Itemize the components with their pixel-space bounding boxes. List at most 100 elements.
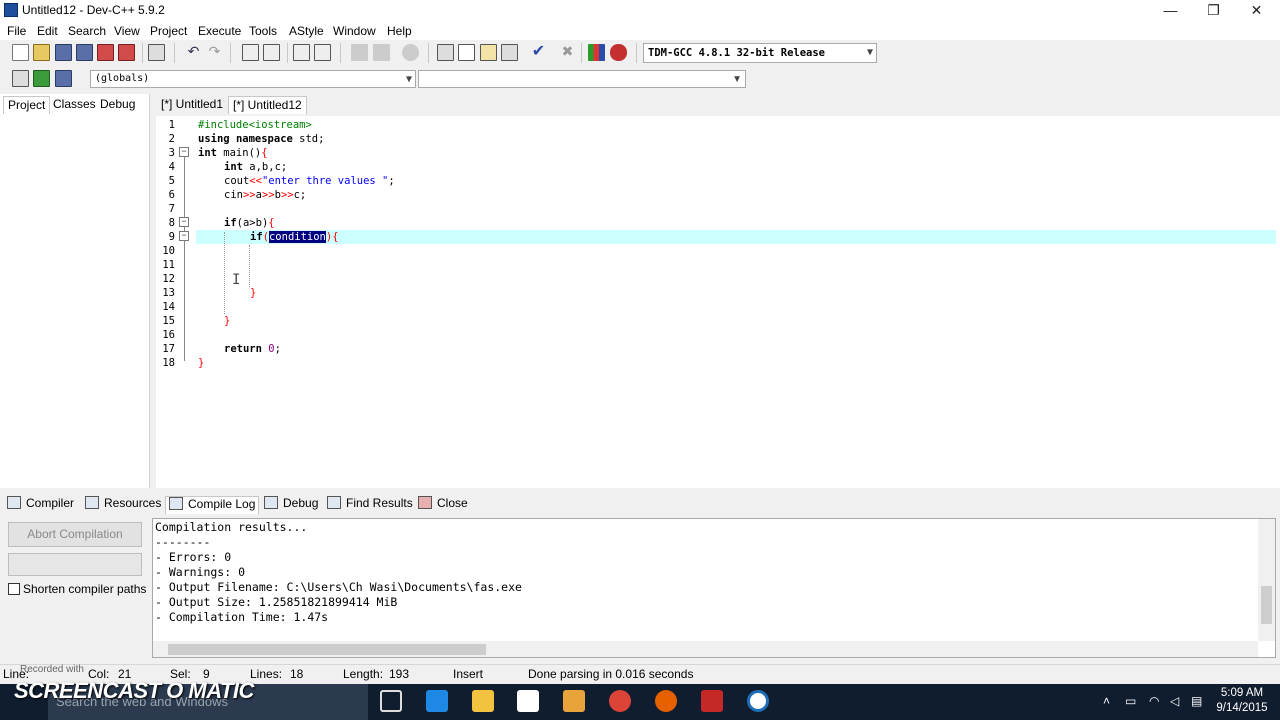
log-horizontal-scroll-thumb[interactable]: [168, 644, 486, 655]
rebuild-icon[interactable]: [501, 44, 518, 61]
open-file-icon[interactable]: [33, 44, 50, 61]
code-line-3: int main(){: [198, 147, 268, 159]
menu-help[interactable]: Help: [387, 24, 412, 38]
volume-icon[interactable]: ◁: [1170, 694, 1179, 708]
battery-icon[interactable]: ▭: [1125, 694, 1136, 708]
status-lines-value: 18: [290, 667, 304, 681]
compile-icon[interactable]: [437, 44, 454, 61]
menu-window[interactable]: Window: [333, 24, 376, 38]
selected-text[interactable]: condition: [268, 231, 326, 243]
save-icon[interactable]: [55, 44, 72, 61]
menu-astyle[interactable]: AStyle: [289, 24, 324, 38]
goto-icon[interactable]: [402, 44, 419, 61]
tab-label: Compile Log: [188, 497, 256, 511]
close-window-button[interactable]: ✕: [1234, 0, 1279, 22]
tab-find-results[interactable]: Find Results: [327, 496, 413, 514]
firefox-icon[interactable]: [655, 690, 677, 712]
restore-button[interactable]: ❐: [1191, 0, 1236, 22]
fold-guide-line: [184, 157, 185, 361]
run-icon[interactable]: [458, 44, 475, 61]
menu-tools[interactable]: Tools: [249, 24, 277, 38]
tab-resources[interactable]: Resources: [85, 496, 161, 514]
screencast-icon[interactable]: [747, 690, 769, 712]
add-to-project-icon[interactable]: [33, 70, 50, 87]
new-project-icon[interactable]: [12, 70, 29, 87]
code-editor[interactable]: [156, 116, 1280, 488]
wifi-icon[interactable]: ◠: [1149, 694, 1159, 708]
tab-debug-output[interactable]: Debug: [264, 496, 318, 514]
profile-icon[interactable]: [588, 44, 605, 61]
file-tab-untitled12[interactable]: [*] Untitled12: [228, 96, 307, 114]
shorten-paths-checkbox[interactable]: Shorten compiler paths: [8, 582, 146, 596]
tab-compiler[interactable]: Compiler: [7, 496, 74, 514]
abort-compilation-button[interactable]: Abort Compilation: [8, 522, 142, 547]
tab-close[interactable]: Close: [418, 496, 468, 514]
menu-file[interactable]: File: [7, 24, 26, 38]
checkbox-label: Shorten compiler paths: [23, 582, 147, 596]
brace: {: [268, 217, 275, 229]
tab-compile-log[interactable]: Compile Log: [165, 496, 260, 514]
new-file-icon[interactable]: [12, 44, 29, 61]
back-icon[interactable]: [351, 44, 368, 61]
close-icon: [418, 496, 432, 509]
undo-icon[interactable]: ↶: [185, 44, 202, 61]
edge-icon[interactable]: [426, 690, 448, 712]
fold-collapse-icon[interactable]: −: [179, 217, 189, 227]
line-number: 6: [168, 189, 175, 201]
menu-view[interactable]: View: [114, 24, 140, 38]
checkbox-box[interactable]: [8, 583, 20, 595]
tab-classes[interactable]: Classes: [49, 96, 100, 114]
project-options-icon[interactable]: [55, 70, 72, 87]
log-vertical-scroll-thumb[interactable]: [1261, 586, 1272, 624]
stop-execution-icon[interactable]: ✖: [559, 44, 576, 61]
menu-project[interactable]: Project: [150, 24, 187, 38]
chrome-icon[interactable]: [609, 690, 631, 712]
screencast-watermark: SCREENCAST O MATIC: [14, 678, 254, 703]
toolbar-separator: [340, 43, 341, 63]
code-line-15: }: [224, 315, 230, 327]
fold-collapse-icon[interactable]: −: [179, 147, 189, 157]
fold-collapse-icon[interactable]: −: [179, 231, 189, 241]
brace: }: [250, 287, 257, 299]
menu-edit[interactable]: Edit: [37, 24, 58, 38]
replace-icon[interactable]: [263, 44, 280, 61]
forward-icon[interactable]: [373, 44, 390, 61]
syntax-check-icon[interactable]: ✔: [530, 44, 547, 61]
clock-time: 5:09 AM: [1220, 687, 1264, 699]
function-select[interactable]: ▼: [418, 70, 746, 88]
tab-project[interactable]: Project: [3, 96, 51, 114]
task-view-icon[interactable]: [380, 690, 402, 712]
media-player-icon[interactable]: [563, 690, 585, 712]
line-number: 5: [168, 175, 175, 187]
minimize-button[interactable]: —: [1148, 0, 1193, 22]
tab-debug[interactable]: Debug: [96, 96, 139, 114]
scope-select[interactable]: (globals) ▼: [90, 70, 416, 88]
toolbar-separator: [142, 43, 143, 63]
line-number: 7: [168, 203, 175, 215]
code-text: std;: [292, 133, 325, 145]
close-file-icon[interactable]: [97, 44, 114, 61]
delete-profile-icon[interactable]: [610, 44, 627, 61]
line-number: 14: [162, 301, 175, 313]
compile-run-icon[interactable]: [480, 44, 497, 61]
menu-execute[interactable]: Execute: [198, 24, 241, 38]
menu-search[interactable]: Search: [68, 24, 106, 38]
find-icon[interactable]: [242, 44, 259, 61]
notifications-icon[interactable]: ▤: [1191, 694, 1202, 708]
save-all-icon[interactable]: [76, 44, 93, 61]
close-all-icon[interactable]: [118, 44, 135, 61]
project-browser-panel: [0, 94, 150, 488]
code-text: (a>b): [236, 217, 269, 229]
compiler-select[interactable]: TDM-GCC 4.8.1 32-bit Release ▼: [643, 43, 877, 63]
taskbar-clock[interactable]: 5:09 AM 9/14/2015: [1212, 686, 1272, 716]
file-explorer-icon[interactable]: [472, 690, 494, 712]
print-icon[interactable]: [148, 44, 165, 61]
tray-chevron-up-icon[interactable]: ˄: [1103, 694, 1110, 708]
unindent-icon[interactable]: [314, 44, 331, 61]
redo-icon[interactable]: ↷: [206, 44, 223, 61]
file-tab-untitled1[interactable]: [*] Untitled1: [157, 96, 227, 114]
store-icon[interactable]: [517, 690, 539, 712]
indent-icon[interactable]: [293, 44, 310, 61]
code-line-6: cin>>a>>b>>c;: [224, 189, 306, 201]
devcpp-taskbar-icon[interactable]: [701, 690, 723, 712]
